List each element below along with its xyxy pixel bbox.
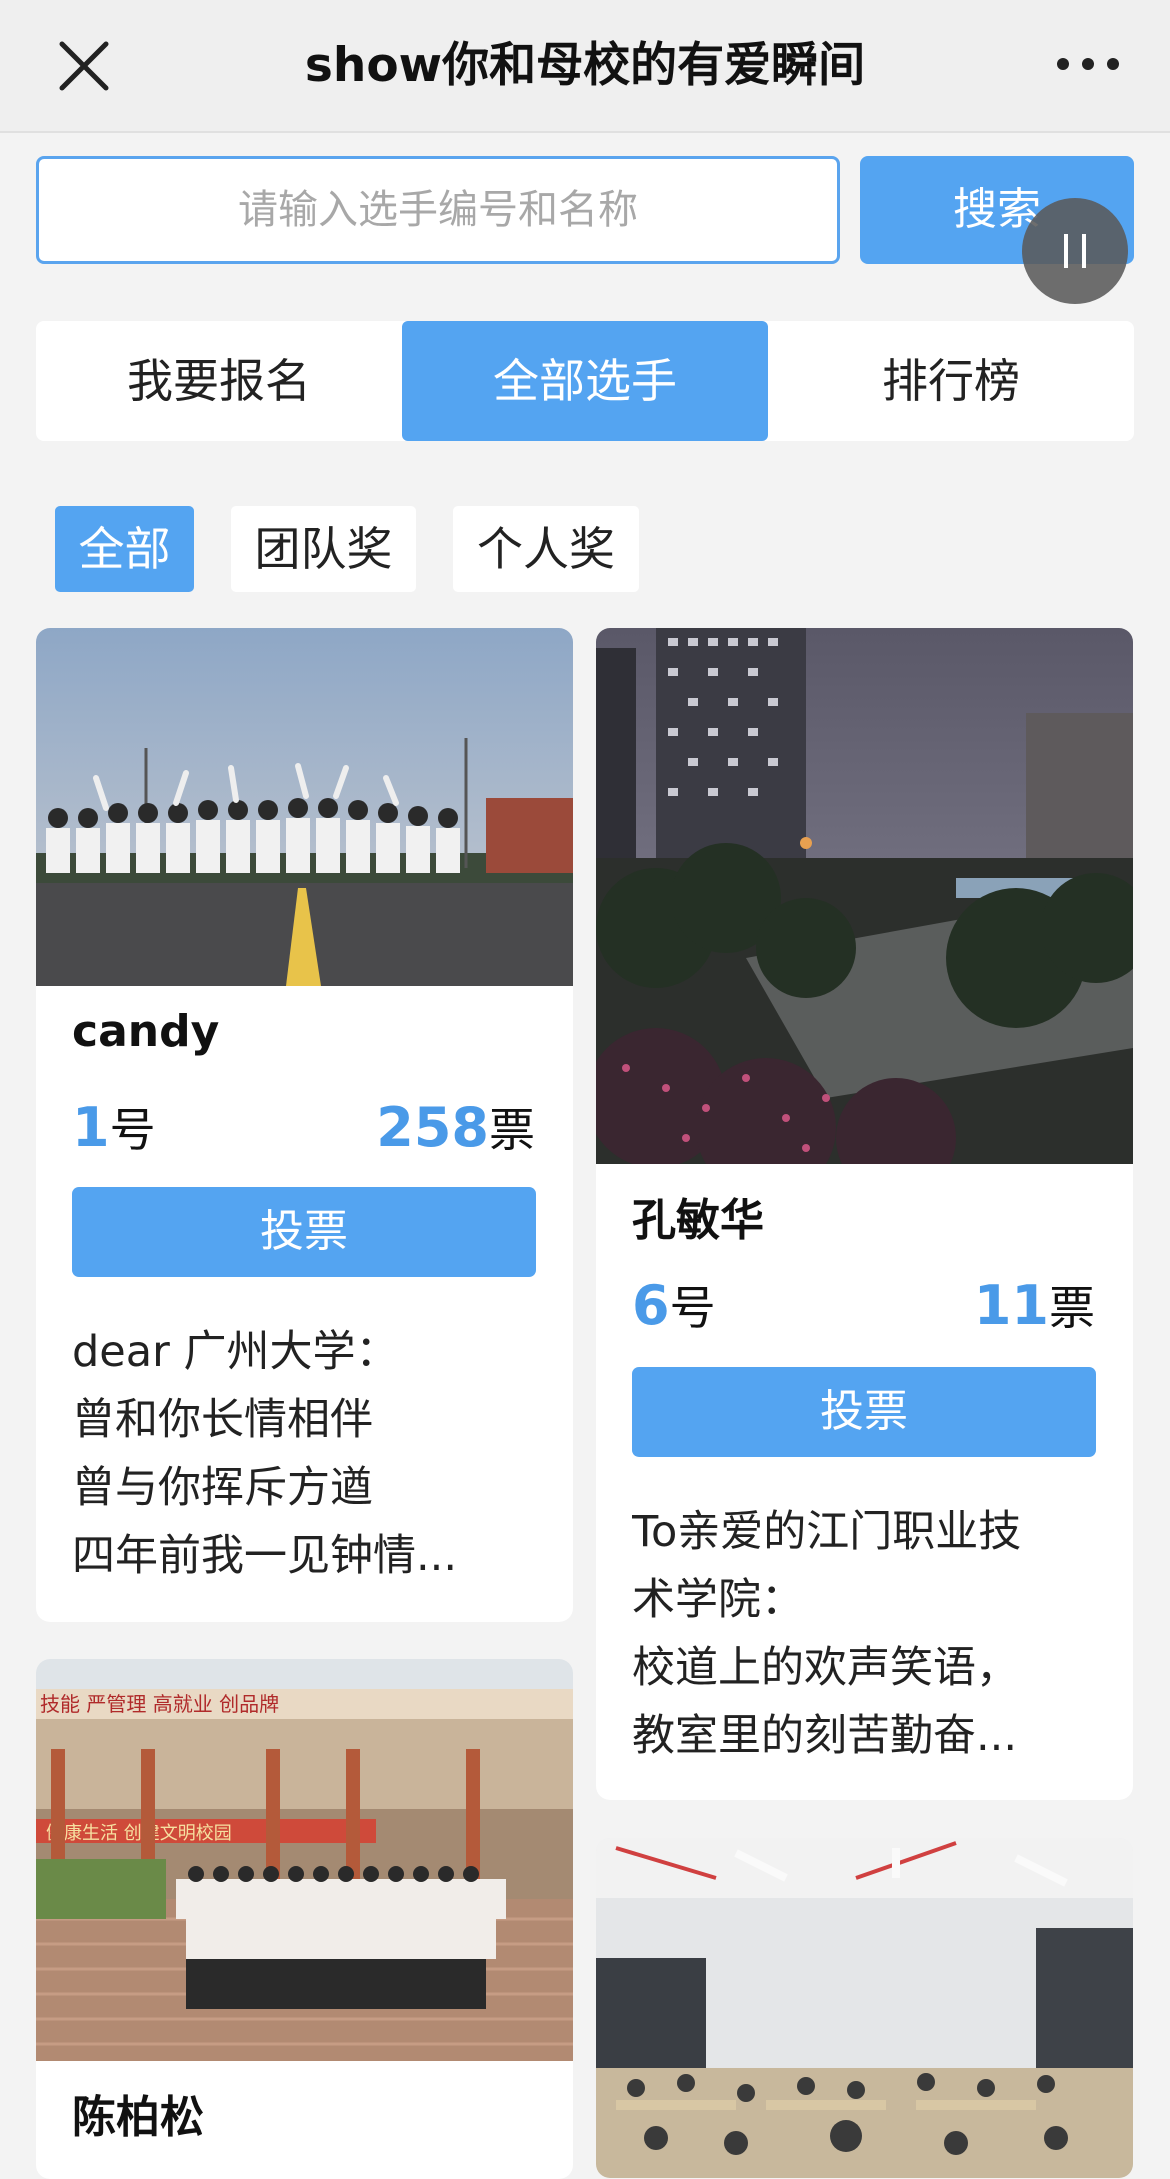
vote-count: 11票: [973, 1274, 1095, 1337]
main-tabs: 我要报名 全部选手 排行榜: [36, 321, 1134, 441]
filter-all[interactable]: 全部: [55, 506, 194, 592]
filter-individual-award[interactable]: 个人奖: [453, 506, 639, 592]
page-title: show你和母校的有爱瞬间: [304, 38, 866, 93]
contestant-card[interactable]: [596, 1838, 1133, 2178]
contestant-number: 1号: [72, 1096, 156, 1159]
search-input[interactable]: [36, 156, 840, 264]
navigation-bar: show你和母校的有爱瞬间: [0, 0, 1170, 133]
contestant-photo: 技能 严管理 高就业 创品牌 健康生活 创建文明校园: [36, 1659, 573, 2061]
tab-register[interactable]: 我要报名: [36, 321, 402, 441]
contestant-name: 孔敏华: [632, 1195, 764, 1246]
pause-icon: [1064, 234, 1086, 268]
tab-leaderboard[interactable]: 排行榜: [768, 321, 1134, 441]
close-icon[interactable]: [52, 34, 116, 98]
contestant-number: 6号: [632, 1274, 716, 1337]
contestant-card[interactable]: 技能 严管理 高就业 创品牌 健康生活 创建文明校园 陈柏松: [36, 1659, 573, 2179]
filter-team-award[interactable]: 团队奖: [231, 506, 416, 592]
contestant-card[interactable]: 孔敏华 6号 11票 投票 To亲爱的江门职业技 术学院： 校道上的欢声笑语， …: [596, 628, 1133, 1800]
banner-sign-mid: 健康生活 创建文明校园: [46, 1823, 232, 1844]
contestant-description: dear 广州大学： 曾和你长情相伴 曾与你挥斥方遒 四年前我一见钟情...: [72, 1327, 458, 1581]
vote-button[interactable]: 投票: [72, 1187, 536, 1277]
contestant-photo: [596, 1838, 1133, 2178]
more-dots-icon[interactable]: [1055, 44, 1121, 84]
contestant-photo: [596, 628, 1133, 1164]
contestant-name: 陈柏松: [72, 2092, 204, 2143]
vote-count: 258票: [376, 1096, 535, 1159]
vote-button[interactable]: 投票: [632, 1367, 1096, 1457]
contestant-card[interactable]: candy 1号 258票 投票 dear 广州大学： 曾和你长情相伴 曾与你挥…: [36, 628, 573, 1622]
contestant-description: To亲爱的江门职业技 术学院： 校道上的欢声笑语， 教室里的刻苦勤奋...: [632, 1507, 1022, 1761]
tab-all-contestants[interactable]: 全部选手: [402, 321, 768, 441]
contestant-photo: [36, 628, 573, 986]
banner-sign-top: 技能 严管理 高就业 创品牌: [40, 1692, 279, 1716]
floating-pause-button[interactable]: [1022, 198, 1128, 304]
contestant-name: candy: [72, 1006, 220, 1057]
